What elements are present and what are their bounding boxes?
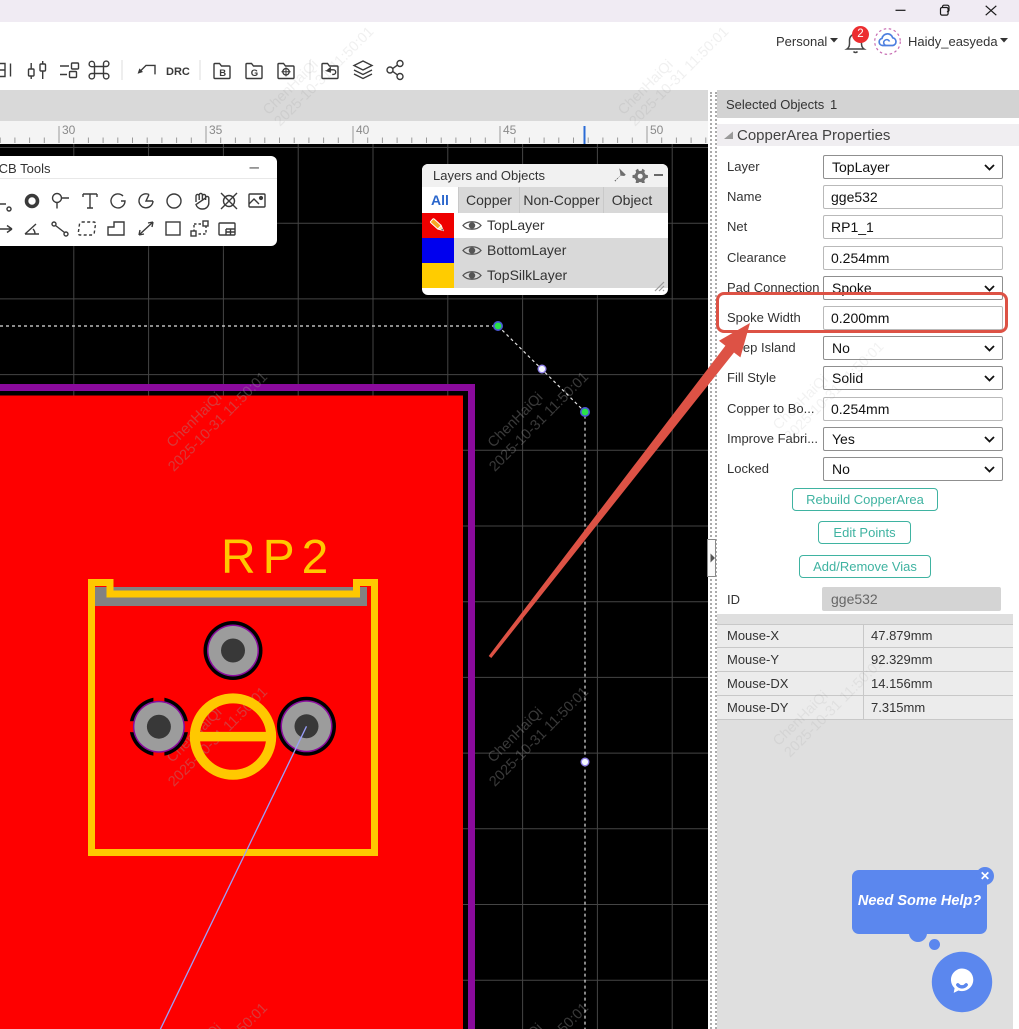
svg-text:RP2: RP2 bbox=[221, 531, 335, 584]
svg-text:B: B bbox=[219, 68, 226, 79]
svg-text:45: 45 bbox=[503, 123, 517, 137]
svg-text:DRC: DRC bbox=[166, 66, 190, 78]
svg-text:35: 35 bbox=[209, 123, 223, 137]
svg-text:30: 30 bbox=[62, 123, 76, 137]
svg-text:G: G bbox=[251, 68, 258, 79]
